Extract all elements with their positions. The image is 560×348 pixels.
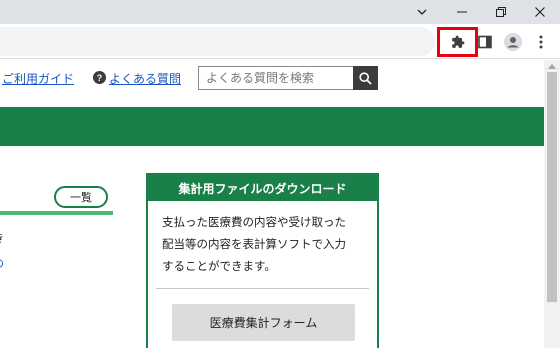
- page-scrollbar[interactable]: [544, 60, 560, 348]
- kebab-menu-icon: [539, 35, 542, 48]
- guide-link[interactable]: ご利用ガイド: [2, 70, 74, 87]
- scrollbar-thumb[interactable]: [547, 72, 557, 302]
- browser-menu-button[interactable]: [528, 29, 553, 54]
- minimize-icon: [457, 11, 467, 13]
- faq-search-input[interactable]: よくある質問を検索: [198, 66, 353, 90]
- global-nav-bar: [0, 107, 544, 146]
- download-panel-title: 集計用ファイルのダウンロード: [148, 175, 377, 201]
- question-icon: ?: [93, 71, 106, 84]
- clipped-text: き: [0, 230, 4, 246]
- extensions-highlight-box: [437, 27, 478, 57]
- download-panel: 集計用ファイルのダウンロード 支払った医療費の内容や受け取った 配当等の内容を表…: [146, 173, 379, 348]
- section-underline: [0, 211, 113, 215]
- minimize-button[interactable]: [442, 0, 482, 24]
- search-button[interactable]: [353, 66, 378, 90]
- page-viewport: ご利用ガイド ? よくある質問 よくある質問を検索 一覧 き の 集計用ファイル…: [0, 60, 544, 348]
- restore-button[interactable]: [481, 0, 521, 24]
- description-line: 支払った医療費の内容や受け取った: [162, 215, 346, 229]
- description-line: することができます。: [162, 259, 276, 273]
- side-panel-icon: [477, 35, 492, 48]
- search-icon: [359, 71, 372, 85]
- scroll-up-arrow-icon[interactable]: [548, 64, 556, 69]
- browser-title-bar: [0, 0, 560, 24]
- description-line: 配当等の内容を表計算ソフトで入力: [162, 237, 346, 251]
- divider: [156, 288, 369, 289]
- profile-button[interactable]: [500, 29, 525, 54]
- clipped-link[interactable]: の: [0, 255, 4, 271]
- restore-icon: [496, 7, 506, 17]
- close-icon: [535, 7, 545, 17]
- address-bar[interactable]: [0, 27, 435, 56]
- faq-link[interactable]: よくある質問: [109, 70, 181, 87]
- chevron-down-icon: [417, 9, 427, 15]
- tab-search-button[interactable]: [402, 0, 442, 24]
- medical-expense-form-button[interactable]: 医療費集計フォーム: [172, 304, 355, 341]
- profile-icon: [503, 32, 522, 51]
- download-panel-description: 支払った医療費の内容や受け取った 配当等の内容を表計算ソフトで入力 することがで…: [162, 211, 372, 277]
- close-window-button[interactable]: [520, 0, 560, 24]
- list-button[interactable]: 一覧: [54, 186, 108, 208]
